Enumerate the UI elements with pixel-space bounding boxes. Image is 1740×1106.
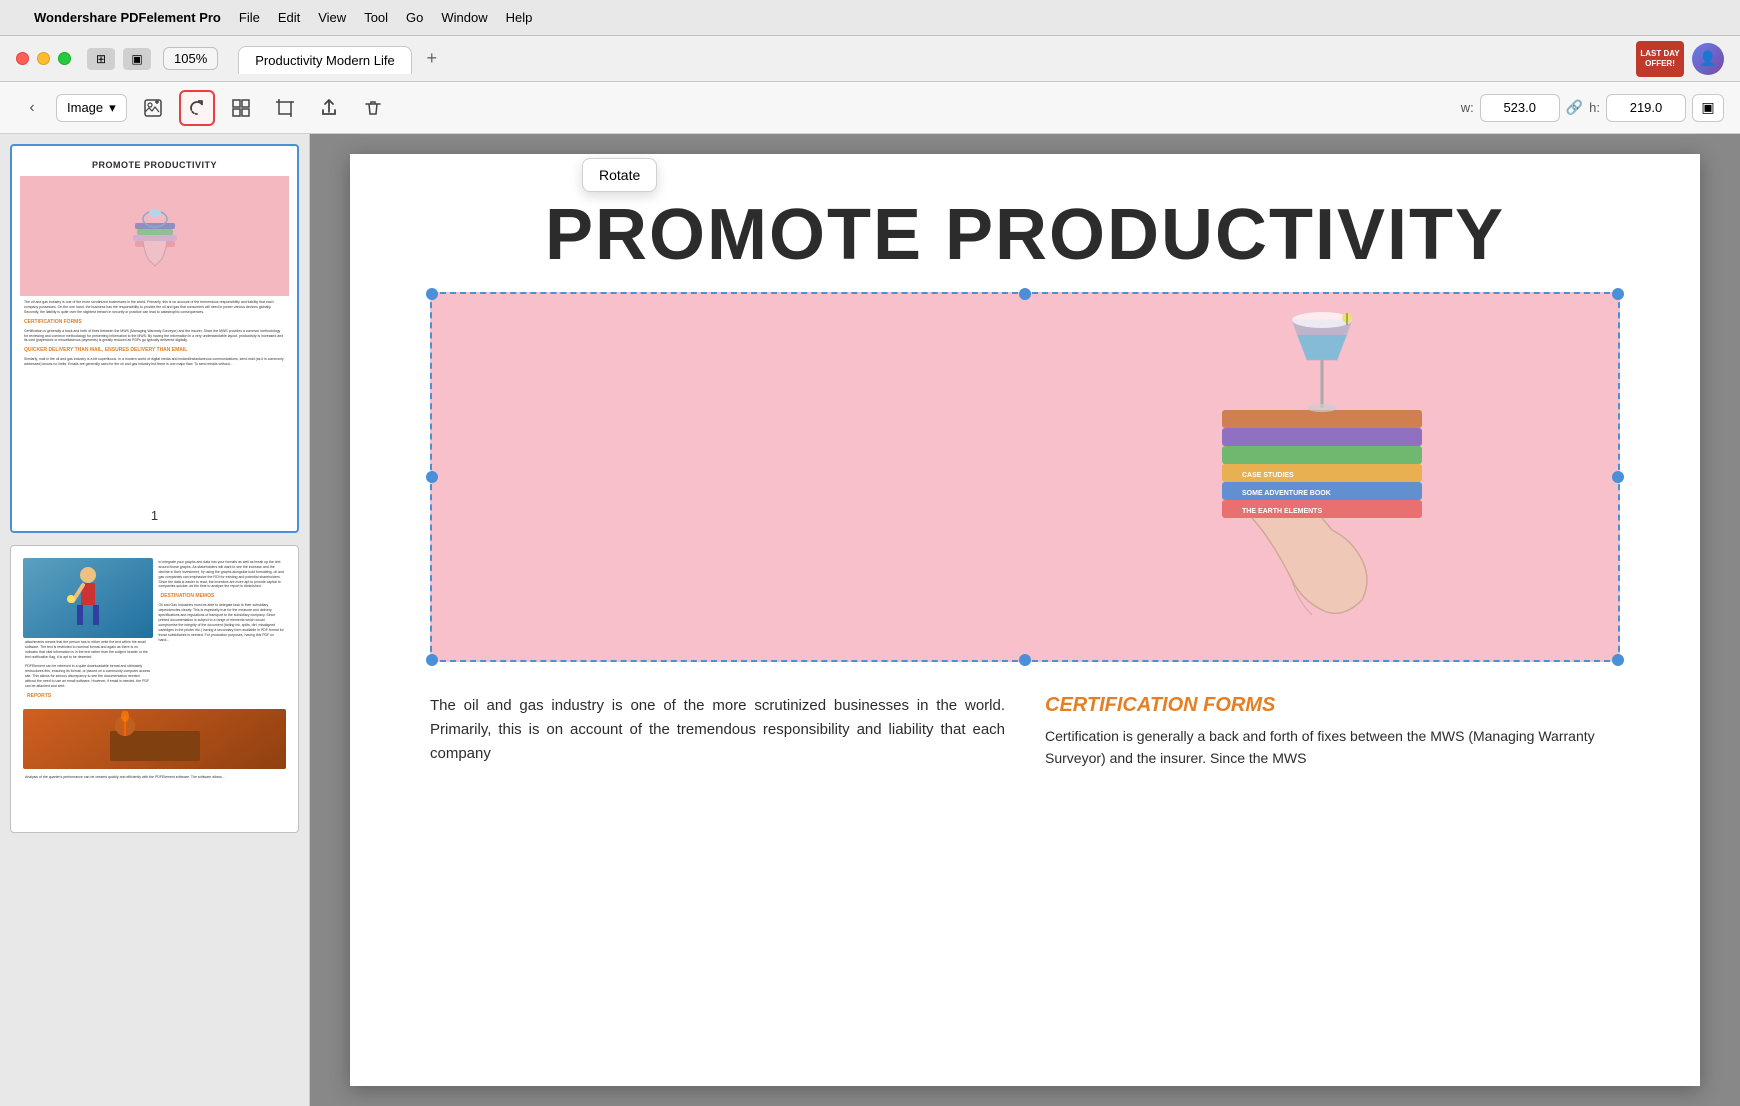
thumb-extra-text: Similarly, mail in the oil and gas indus… (20, 355, 289, 369)
view-toggle: ⊞ ▣ (87, 48, 151, 70)
pdf-columns: The oil and gas industry is one of the m… (430, 694, 1620, 770)
thumb-subhead: QUICKER DELIVERY THAN MAIL, ENSURES DELI… (20, 345, 289, 355)
pdf-area: PROMOTE PRODUCTIVITY (310, 134, 1740, 1106)
pdf-illustration: THE EARTH ELEMENTS SOME ADVENTURE BOOK C… (1025, 294, 1618, 660)
page-2-thumbnail[interactable]: attachments means that the person has to… (10, 545, 299, 833)
width-input[interactable] (1480, 94, 1560, 122)
thumb-page1-text: The oil and gas industry is one of the m… (20, 298, 289, 317)
tab-productivity[interactable]: Productivity Modern Life (238, 46, 411, 74)
pdf-col-right: CERTIFICATION FORMS Certification is gen… (1045, 694, 1620, 770)
handle-bottom-right[interactable] (1612, 654, 1624, 666)
pdf-main-title: PROMOTE PRODUCTIVITY (430, 194, 1620, 276)
transform-button[interactable] (223, 90, 259, 126)
height-input[interactable] (1606, 94, 1686, 122)
crop-button[interactable] (267, 90, 303, 126)
cert-heading: CERTIFICATION FORMS (1045, 694, 1620, 717)
pdf-page: PROMOTE PRODUCTIVITY (350, 154, 1700, 1086)
rotate-icon (187, 98, 207, 118)
share-button[interactable] (311, 90, 347, 126)
tab-area: Productivity Modern Life + (238, 45, 1636, 73)
thumb-cert-text: Certification is generally a back and fo… (20, 327, 289, 346)
width-label: w: (1461, 100, 1474, 115)
promo-badge: LAST DAY OFFER! (1636, 41, 1684, 77)
menu-go[interactable]: Go (406, 10, 423, 25)
tooltip-text: Rotate (599, 167, 640, 183)
cert-body-text: Certification is generally a back and fo… (1045, 725, 1620, 770)
minimize-button[interactable] (37, 52, 50, 65)
page-1-preview: PROMOTE PRODUCTIVITY The oil and gas ind… (20, 154, 289, 504)
app-name: Wondershare PDFelement Pro (34, 10, 221, 25)
svg-text:SOME ADVENTURE BOOK: SOME ADVENTURE BOOK (1242, 490, 1331, 497)
rotate-tooltip: Rotate (582, 158, 657, 192)
toolbar: ‹ Image ▾ (0, 82, 1740, 134)
main-area: PROMOTE PRODUCTIVITY The oil and gas ind… (0, 134, 1740, 1106)
grid-view-button[interactable]: ⊞ (87, 48, 115, 70)
thumb-cert-heading: CERTIFICATION FORMS (20, 317, 289, 327)
window-controls (16, 52, 71, 65)
crop-icon (275, 98, 295, 118)
image-dropdown[interactable]: Image ▾ (56, 94, 127, 122)
image-dropdown-label: Image (67, 100, 103, 115)
share-icon (319, 98, 339, 118)
hand-books-svg: THE EARTH ELEMENTS SOME ADVENTURE BOOK C… (1122, 300, 1522, 660)
handle-top-right[interactable] (1612, 288, 1624, 300)
handle-top-left[interactable] (426, 288, 438, 300)
handle-middle-left[interactable] (426, 471, 438, 483)
pdf-body-text-left: The oil and gas industry is one of the m… (430, 694, 1005, 766)
link-icon: 🔗 (1566, 99, 1583, 116)
left-panel: PROMOTE PRODUCTIVITY The oil and gas ind… (0, 134, 310, 1106)
chevron-down-icon: ▾ (109, 100, 116, 116)
page-1-thumbnail[interactable]: PROMOTE PRODUCTIVITY The oil and gas ind… (10, 144, 299, 533)
pdf-image-container[interactable]: THE EARTH ELEMENTS SOME ADVENTURE BOOK C… (430, 292, 1620, 662)
back-button[interactable]: ‹ (16, 92, 48, 124)
handle-middle-right[interactable] (1612, 471, 1624, 483)
menu-file[interactable]: File (239, 10, 260, 25)
page-2-preview: attachments means that the person has to… (19, 554, 290, 824)
svg-text:THE EARTH ELEMENTS: THE EARTH ELEMENTS (1242, 508, 1322, 515)
thumb-page1-title: PROMOTE PRODUCTIVITY (20, 154, 289, 174)
user-avatar[interactable]: 👤 (1692, 43, 1724, 75)
menu-edit[interactable]: Edit (278, 10, 300, 25)
delete-icon (363, 98, 383, 118)
tab-title: Productivity Modern Life (255, 53, 394, 68)
add-tab-button[interactable]: + (420, 47, 444, 71)
panel-view-button[interactable]: ▣ (123, 48, 151, 70)
close-button[interactable] (16, 52, 29, 65)
pdf-col-left: The oil and gas industry is one of the m… (430, 694, 1005, 770)
add-image-button[interactable] (135, 90, 171, 126)
dimension-group: w: 🔗 h: ▣ (1461, 94, 1724, 122)
height-label: h: (1589, 100, 1600, 115)
transform-icon (231, 98, 251, 118)
maximize-button[interactable] (58, 52, 71, 65)
layout-toggle-button[interactable]: ▣ (1692, 94, 1724, 122)
add-image-icon (143, 98, 163, 118)
rotate-button[interactable] (179, 90, 215, 126)
handle-top-middle[interactable] (1019, 288, 1031, 300)
handle-bottom-left[interactable] (426, 654, 438, 666)
titlebar-right: LAST DAY OFFER! 👤 (1636, 41, 1724, 77)
title-bar: ⊞ ▣ 105% Productivity Modern Life + LAST… (0, 36, 1740, 82)
menu-view[interactable]: View (318, 10, 346, 25)
menu-help[interactable]: Help (506, 10, 533, 25)
svg-text:CASE STUDIES: CASE STUDIES (1242, 472, 1294, 479)
page-1-number: 1 (20, 508, 289, 523)
handle-bottom-middle[interactable] (1019, 654, 1031, 666)
delete-button[interactable] (355, 90, 391, 126)
thumb-page1-image (20, 176, 289, 296)
menu-bar: Wondershare PDFelement Pro File Edit Vie… (0, 0, 1740, 36)
menu-tool[interactable]: Tool (364, 10, 388, 25)
menu-window[interactable]: Window (441, 10, 487, 25)
zoom-selector[interactable]: 105% (163, 47, 218, 70)
